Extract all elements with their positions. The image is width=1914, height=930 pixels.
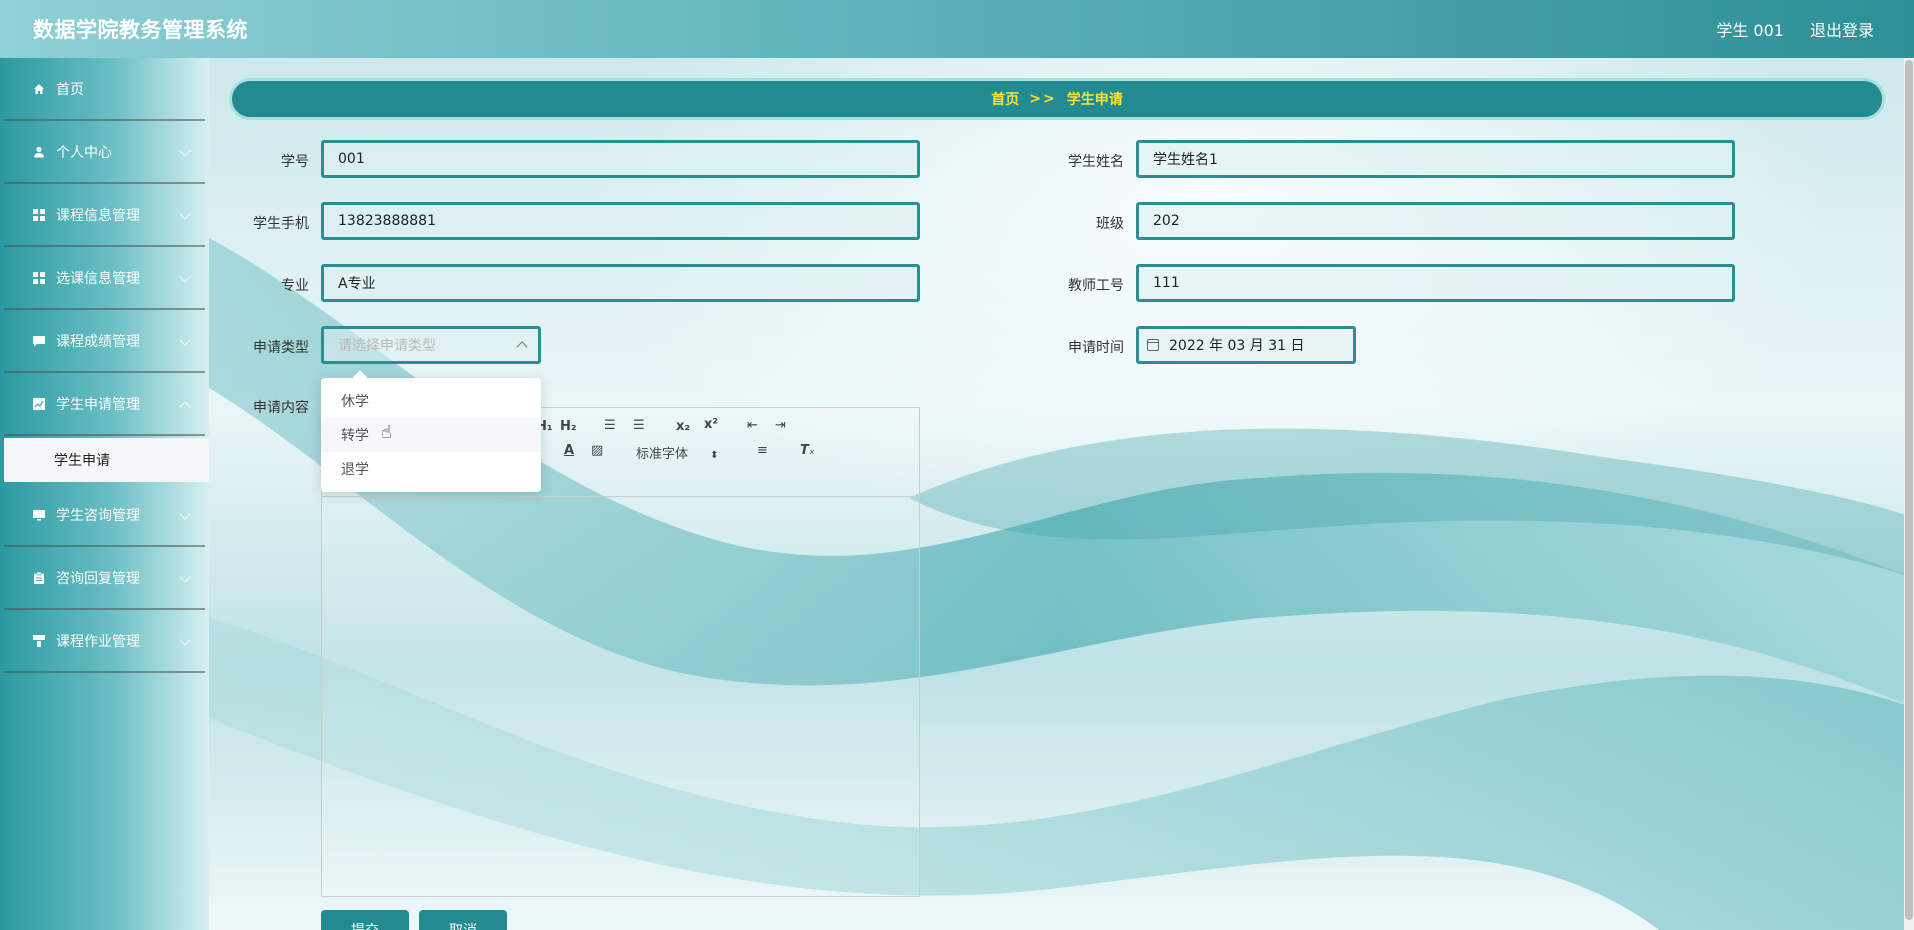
breadcrumb: 首页 >> 学生申请 [229,78,1885,120]
app-title: 数据学院教务管理系统 [33,18,248,42]
apply-type-label: 申请类型 [253,340,309,356]
breadcrumb-home[interactable]: 首页 [991,89,1019,109]
chevron-down-icon [179,271,191,283]
cancel-button[interactable]: 取消 [419,910,507,930]
ordered-list-icon[interactable]: ☰ [604,418,616,433]
indent-icon[interactable]: ⇥ [775,418,786,433]
podium-icon [32,634,46,648]
sidebar-item-profile[interactable]: 个人中心 [4,121,205,184]
sidebar-item-home[interactable]: 首页 [4,58,205,121]
font-select[interactable]: 标准字体 ⬍ [636,443,719,462]
sidebar-item-label: 个人中心 [56,144,112,161]
student-no-input[interactable]: 001 [321,140,920,178]
sidebar: 首页 个人中心 课程信息管理 选课信息管理 课程成绩管理 学生申请管理 学生申请… [0,58,209,930]
text-color-icon[interactable]: A [564,443,574,458]
sidebar-item-label: 课程成绩管理 [56,333,140,350]
apply-time-value: 2022 年 03 月 31 日 [1169,338,1305,354]
student-no-label: 学号 [281,154,309,170]
breadcrumb-separator: >> [1029,91,1057,107]
home-icon [32,82,46,96]
major-input[interactable]: A专业 [321,264,920,302]
sidebar-item-label: 课程信息管理 [56,207,140,224]
apply-time-picker[interactable]: 2022 年 03 月 31 日 [1136,326,1356,364]
sidebar-item-label: 课程作业管理 [56,633,140,650]
user-icon [32,145,46,159]
chart-icon [32,397,46,411]
major-label: 专业 [281,278,309,294]
chevron-up-icon [179,401,191,413]
chevron-down-icon [179,145,191,157]
chevron-down-icon [179,571,191,583]
dropdown-option-label: 转学 [341,428,369,444]
chevron-down-icon [179,334,191,346]
breadcrumb-current: 学生申请 [1066,92,1123,108]
student-name-label: 学生姓名 [1068,154,1124,170]
grid-icon [32,208,46,222]
clipboard-icon [32,571,46,585]
calendar-icon [1147,339,1159,351]
sidebar-item-label: 学生申请管理 [56,396,140,413]
apply-type-dropdown: 休学 转学 ☝ 退学 [321,378,541,492]
phone-input[interactable]: 13823888881 [321,202,920,240]
comment-icon [32,334,46,348]
sidebar-item-label: 选课信息管理 [56,270,140,287]
submit-button[interactable]: 提交 [321,910,409,930]
sidebar-item-course-info[interactable]: 课程信息管理 [4,184,205,247]
user-name[interactable]: 学生 001 [1716,17,1784,41]
teacher-no-label: 教师工号 [1068,278,1124,294]
clear-format-icon[interactable]: Tₓ [800,443,815,458]
background-color-icon[interactable]: ▨ [591,443,603,458]
grid-icon [32,271,46,285]
font-select-value: 标准字体 [636,447,689,462]
bullet-list-icon[interactable]: ☰ [633,418,645,433]
updown-icon: ⬍ [710,450,719,461]
apply-type-placeholder: 请选择申请类型 [338,338,436,354]
sidebar-item-homework[interactable]: 课程作业管理 [4,610,205,673]
sidebar-subitem-student-application[interactable]: 学生申请 [4,438,209,482]
sidebar-item-label: 首页 [56,81,84,98]
sidebar-item-label: 学生咨询管理 [56,507,140,524]
apply-time-label: 申请时间 [1068,340,1124,356]
superscript-icon[interactable]: x² [704,417,718,432]
teacher-no-input[interactable]: 111 [1136,264,1735,302]
dropdown-option-transfer[interactable]: 转学 ☝ [321,418,541,452]
dropdown-option-suspend[interactable]: 休学 [321,384,541,418]
class-label: 班级 [1096,216,1124,232]
content-label: 申请内容 [253,400,309,416]
hand-cursor-icon: ☝ [381,422,392,443]
outdent-icon[interactable]: ⇤ [747,418,758,433]
sidebar-item-consulting[interactable]: 学生咨询管理 [4,484,205,547]
sidebar-item-replies[interactable]: 咨询回复管理 [4,547,205,610]
chevron-down-icon [179,508,191,520]
sidebar-item-enroll-info[interactable]: 选课信息管理 [4,247,205,310]
top-header: 数据学院教务管理系统 学生 001 退出登录 [0,0,1914,58]
monitor-icon [32,508,46,522]
scrollbar-thumb[interactable] [1905,60,1913,920]
subscript-icon[interactable]: x₂ [676,419,690,434]
sidebar-item-grades[interactable]: 课程成绩管理 [4,310,205,373]
heading2-icon[interactable]: H₂ [560,419,577,434]
sidebar-item-applications[interactable]: 学生申请管理 [4,373,205,436]
page-scrollbar[interactable] [1904,58,1914,930]
class-input[interactable]: 202 [1136,202,1735,240]
apply-type-select[interactable]: 请选择申请类型 [321,326,541,364]
main-content: 首页 >> 学生申请 学号 001 学生姓名 学生姓名1 学生手机 138238… [209,58,1914,930]
phone-label: 学生手机 [253,216,309,232]
logout-link[interactable]: 退出登录 [1810,17,1874,41]
chevron-up-icon [516,341,528,353]
student-name-input[interactable]: 学生姓名1 [1136,140,1735,178]
align-icon[interactable]: ≡ [757,443,768,458]
chevron-down-icon [179,208,191,220]
dropdown-option-withdraw[interactable]: 退学 [321,452,541,486]
sidebar-item-label: 咨询回复管理 [56,570,140,587]
chevron-down-icon [179,634,191,646]
